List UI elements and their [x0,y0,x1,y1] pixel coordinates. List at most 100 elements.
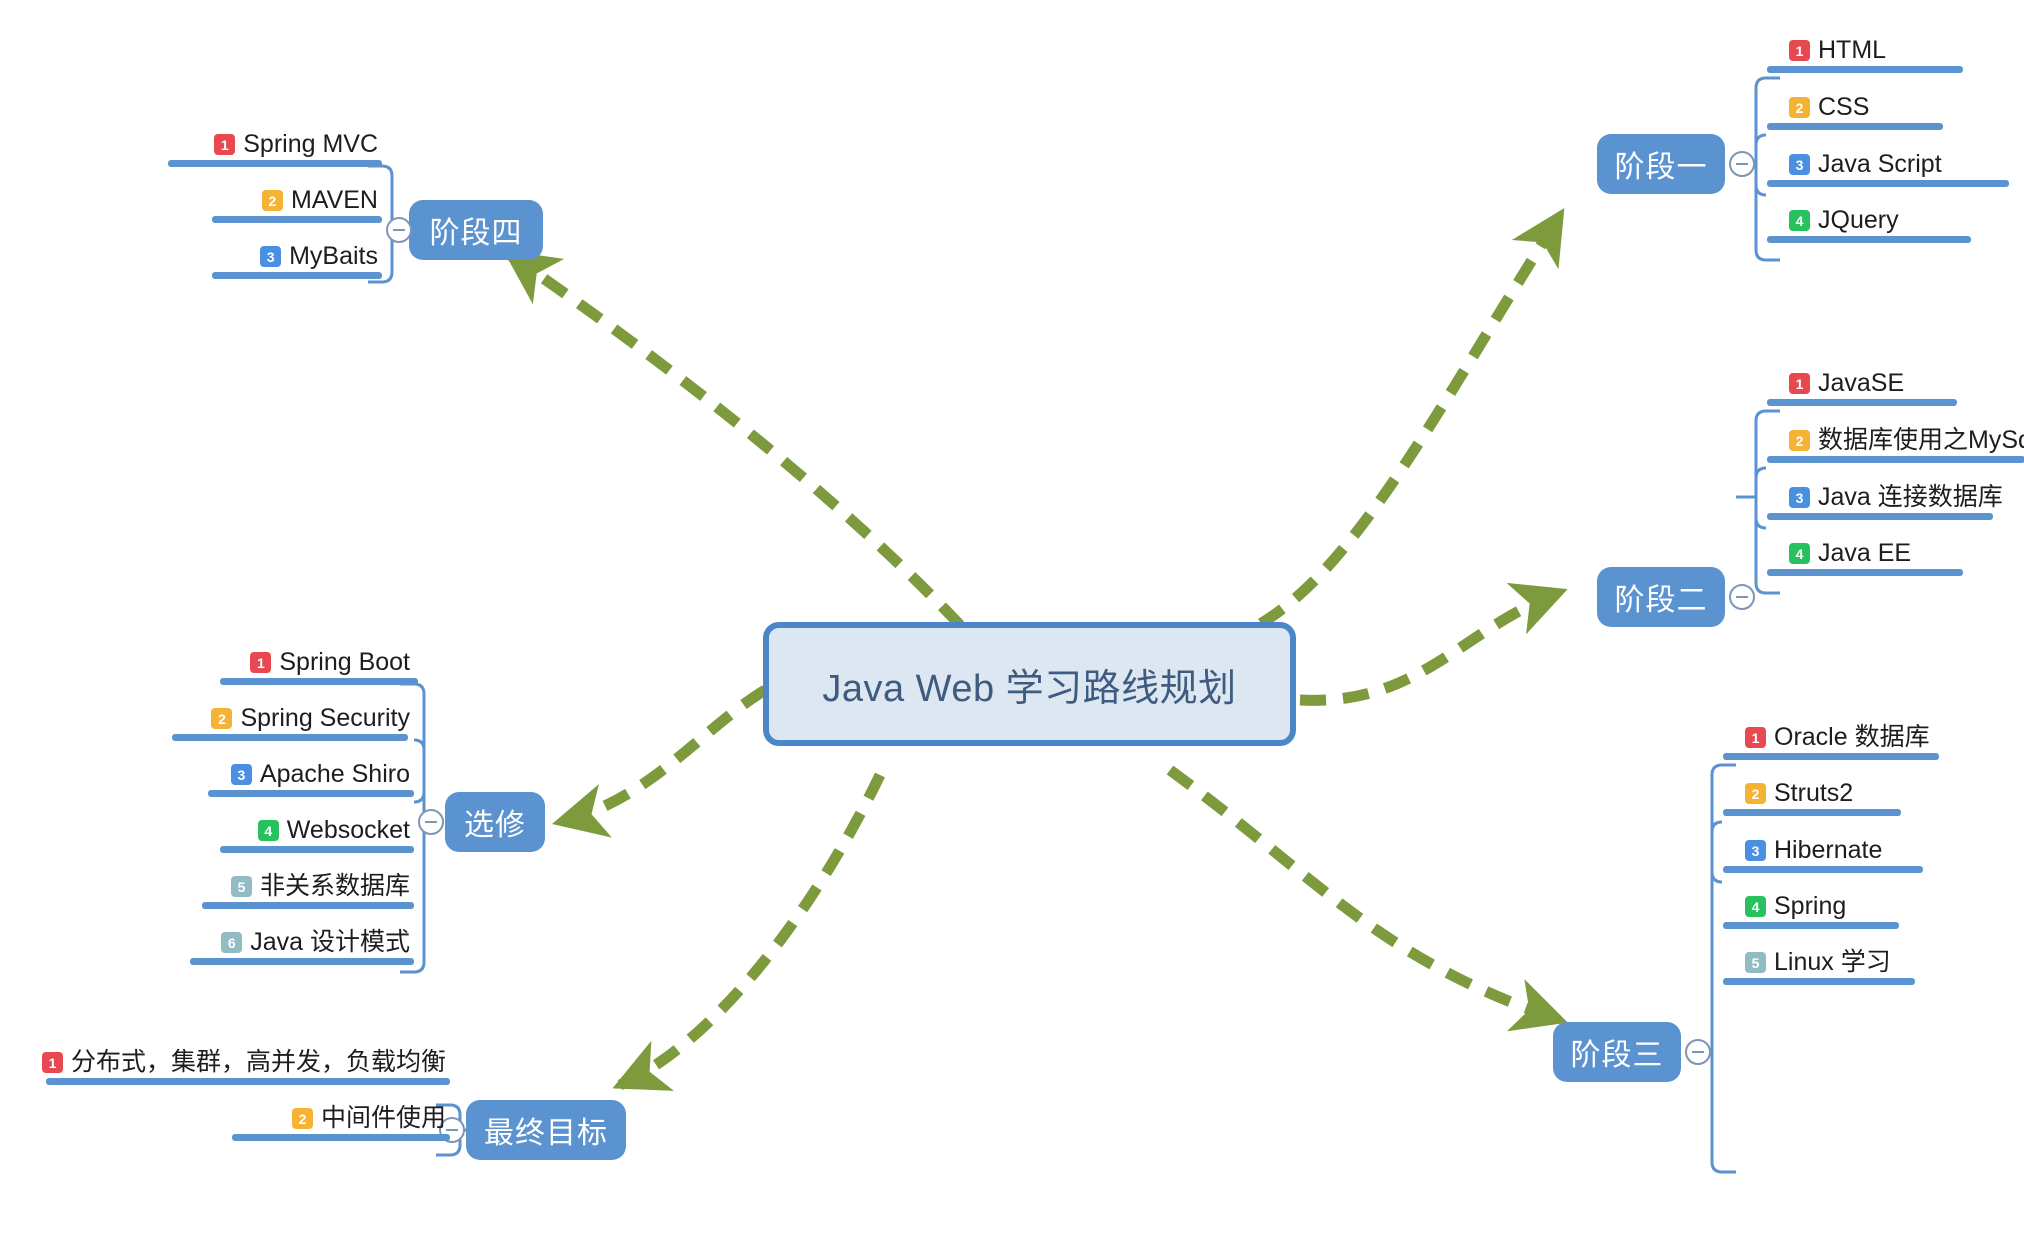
leaf-label: Oracle 数据库 [1774,723,1930,751]
spine-join-stage-two [1754,409,1780,595]
leaf-badge: 2 [291,1108,313,1129]
arrow-to-stage-one [1179,208,1565,656]
branch-node-stage-two[interactable]: 阶段二 [1597,567,1725,627]
leaf-final-goal-1[interactable]: 1 分布式，集群，高并发，负载均衡 [41,1048,450,1085]
leaf-underline [1767,456,2024,463]
branch-node-final-goal[interactable]: 最终目标 [466,1100,626,1160]
leaf-underline [232,1134,450,1141]
collapse-toggle-elective[interactable] [418,809,444,835]
leaf-badge: 3 [1789,154,1810,175]
leaf-elective-1[interactable]: 1 Spring Boot [190,648,418,685]
leaf-label: Java 设计模式 [250,928,410,956]
leaf-label: Websocket [286,816,410,844]
leaf-stage-three-1[interactable]: 1 Oracle 数据库 [1723,723,1939,760]
leaf-badge: 3 [1745,840,1766,861]
leaf-underline [1767,66,1963,73]
leaf-stage-two-2[interactable]: 2 数据库使用之MySql [1767,426,2024,463]
leaf-underline [1767,123,1943,130]
leaf-label: Spring [1774,892,1847,920]
arrow-to-elective [551,685,768,838]
leaf-stage-three-4[interactable]: 4 Spring [1723,892,1899,929]
leaf-stage-two-3[interactable]: 3 Java 连接数据库 [1767,483,2007,520]
leaf-label: Java EE [1818,539,1912,567]
root-node-label: Java Web 学习路线规划 [822,667,1237,710]
branch-label-stage-three: 阶段三 [1570,1039,1664,1072]
leaf-underline [1767,180,2009,187]
leaf-label: JQuery [1818,206,1899,234]
leaf-badge: 1 [214,134,236,155]
leaf-underline [220,846,414,853]
leaf-elective-6[interactable]: 6 Java 设计模式 [190,930,414,965]
leaf-stage-one-4[interactable]: 4 JQuery [1767,206,1971,243]
leaf-underline [168,160,382,167]
mindmap-canvas: Java Web 学习路线规划 阶段一 1 HTML 2 CSS 3 Java Scr… [0,0,2024,1242]
arrow-to-stage-three [1166,765,1568,1032]
leaf-badge: 2 [1745,783,1766,804]
branch-node-stage-one[interactable]: 阶段一 [1597,134,1725,194]
leaf-stage-one-1[interactable]: 1 HTML [1767,38,1963,73]
branch-label-stage-two: 阶段二 [1614,584,1708,617]
leaf-badge: 2 [1789,97,1810,118]
leaf-elective-5[interactable]: 5 非关系数据库 [190,874,414,909]
leaf-final-goal-2[interactable]: 2 中间件使用 [60,1106,450,1141]
leaf-badge: 2 [261,190,283,211]
branch-node-stage-three[interactable]: 阶段三 [1553,1022,1681,1082]
collapse-toggle-stage-two[interactable] [1729,584,1755,610]
leaf-label: Hibernate [1774,836,1883,864]
leaf-label: 数据库使用之MySql [1818,426,2024,454]
leaf-elective-4[interactable]: 4 Websocket [190,818,414,853]
leaf-label: Spring Boot [279,648,410,676]
leaf-stage-four-3[interactable]: 3 MyBaits [186,244,382,279]
arrow-to-final-goal [612,772,885,1091]
leaf-stage-one-2[interactable]: 2 CSS [1767,95,1943,130]
leaf-label: MyBaits [289,242,378,270]
leaf-badge: 4 [257,820,279,841]
leaf-label: 中间件使用 [320,1104,446,1132]
leaf-badge: 1 [1789,373,1810,394]
leaf-stage-two-1[interactable]: 1 JavaSE [1767,369,1957,406]
leaf-elective-3[interactable]: 3 Apache Shiro [190,762,414,797]
leaf-label: 分布式，集群，高并发，负载均衡 [70,1048,446,1076]
collapse-toggle-stage-four[interactable] [386,217,412,243]
branch-label-elective: 选修 [464,809,526,842]
leaf-stage-three-5[interactable]: 5 Linux 学习 [1723,950,1915,985]
leaf-label: Java 连接数据库 [1818,483,2003,511]
leaf-label: 非关系数据库 [259,872,410,900]
leaf-stage-one-3[interactable]: 3 Java Script [1767,150,2009,187]
leaf-underline [1723,866,1923,873]
leaf-underline [1767,399,1957,406]
spine-stage-two [1754,409,1767,595]
leaf-badge: 2 [1789,430,1810,451]
branch-label-stage-one: 阶段一 [1614,151,1708,184]
leaf-badge: 1 [1745,727,1766,748]
leaf-label: Spring Security [240,704,410,732]
root-node[interactable]: Java Web 学习路线规划 [763,622,1296,746]
leaf-underline [172,734,408,741]
leaf-stage-four-2[interactable]: 2 MAVEN [186,188,382,223]
leaf-stage-three-3[interactable]: 3 Hibernate [1723,836,1923,873]
collapse-toggle-stage-three[interactable] [1685,1039,1711,1065]
branch-node-stage-four[interactable]: 阶段四 [409,200,543,260]
leaf-underline [212,272,382,279]
leaf-stage-three-2[interactable]: 2 Struts2 [1723,779,1901,816]
leaf-stage-two-4[interactable]: 4 Java EE [1767,539,1963,576]
leaf-label: JavaSE [1818,369,1905,397]
leaf-underline [190,958,414,965]
leaf-badge: 1 [1789,40,1810,61]
leaf-underline [212,216,382,223]
leaf-badge: 6 [221,932,243,953]
leaf-stage-four-1[interactable]: 1 Spring MVC [168,130,382,167]
leaf-label: Spring MVC [243,130,378,158]
leaf-badge: 3 [1789,487,1810,508]
leaf-underline [220,678,418,685]
leaf-underline [1723,753,1939,760]
spine-join-stage-one [1754,76,1780,262]
leaf-label: Struts2 [1774,779,1854,807]
branch-node-elective[interactable]: 选修 [445,792,545,852]
leaf-badge: 4 [1789,543,1810,564]
leaf-label: MAVEN [290,186,378,214]
leaf-label: Java Script [1818,150,1942,178]
leaf-underline [46,1078,450,1085]
leaf-elective-2[interactable]: 2 Spring Security [172,704,414,741]
collapse-toggle-stage-one[interactable] [1729,151,1755,177]
